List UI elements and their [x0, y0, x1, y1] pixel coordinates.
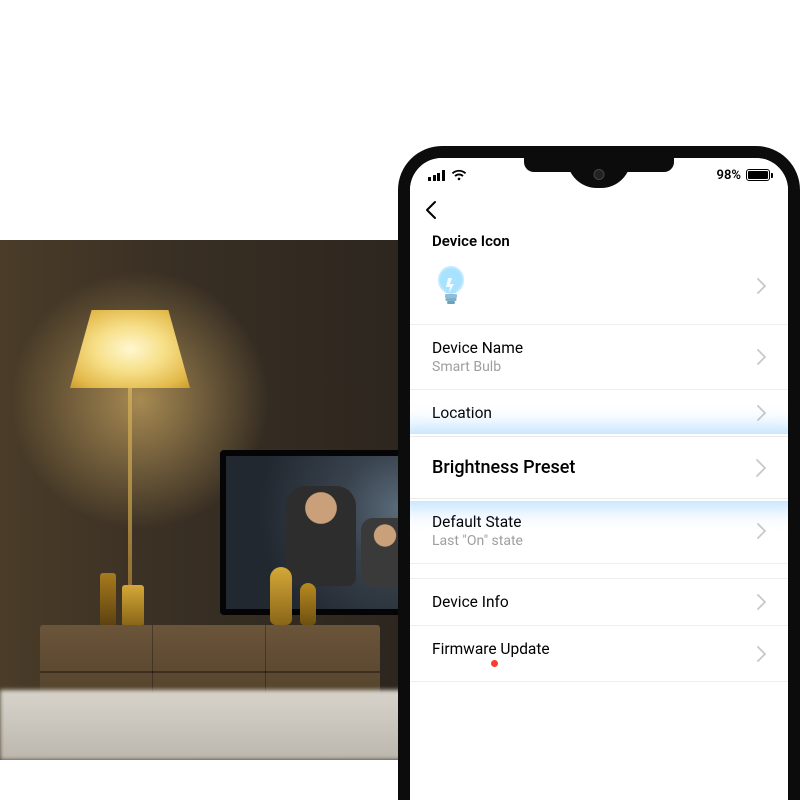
chevron-right-icon: [757, 523, 766, 539]
update-indicator-icon: [491, 660, 498, 667]
lamp-illustration: [70, 310, 190, 388]
row-label: Location: [432, 404, 492, 422]
row-device-info[interactable]: Device Info: [410, 578, 788, 626]
row-brightness-preset[interactable]: Brightness Preset: [410, 436, 788, 499]
bulb-icon: [432, 264, 470, 308]
row-location[interactable]: Location: [410, 390, 788, 436]
cellular-icon: [428, 170, 445, 181]
chevron-right-icon: [756, 459, 766, 477]
chevron-right-icon: [757, 349, 766, 365]
row-firmware-update[interactable]: Firmware Update: [410, 626, 788, 682]
back-button[interactable]: [424, 200, 438, 220]
row-value: Last "On" state: [432, 533, 523, 549]
battery-percent: 98%: [717, 168, 741, 183]
chevron-right-icon: [757, 594, 766, 610]
row-value: Smart Bulb: [432, 359, 523, 375]
chevron-right-icon: [757, 405, 766, 421]
section-title-device-icon: Device Icon: [410, 228, 788, 258]
row-label: Device Name: [432, 339, 523, 357]
app-screen: 98% Device Icon: [410, 158, 788, 800]
row-label: Firmware Update: [432, 640, 550, 658]
battery-icon: [746, 169, 770, 181]
row-default-state[interactable]: Default State Last "On" state: [410, 499, 788, 564]
chevron-right-icon: [757, 646, 766, 662]
row-device-name[interactable]: Device Name Smart Bulb: [410, 325, 788, 390]
phone-mockup: 98% Device Icon: [398, 146, 800, 800]
chevron-right-icon: [757, 278, 766, 294]
row-device-icon[interactable]: [410, 258, 788, 325]
row-label: Brightness Preset: [432, 457, 575, 478]
row-label: Device Info: [432, 593, 509, 611]
wifi-icon: [451, 169, 467, 181]
row-label: Default State: [432, 513, 523, 531]
